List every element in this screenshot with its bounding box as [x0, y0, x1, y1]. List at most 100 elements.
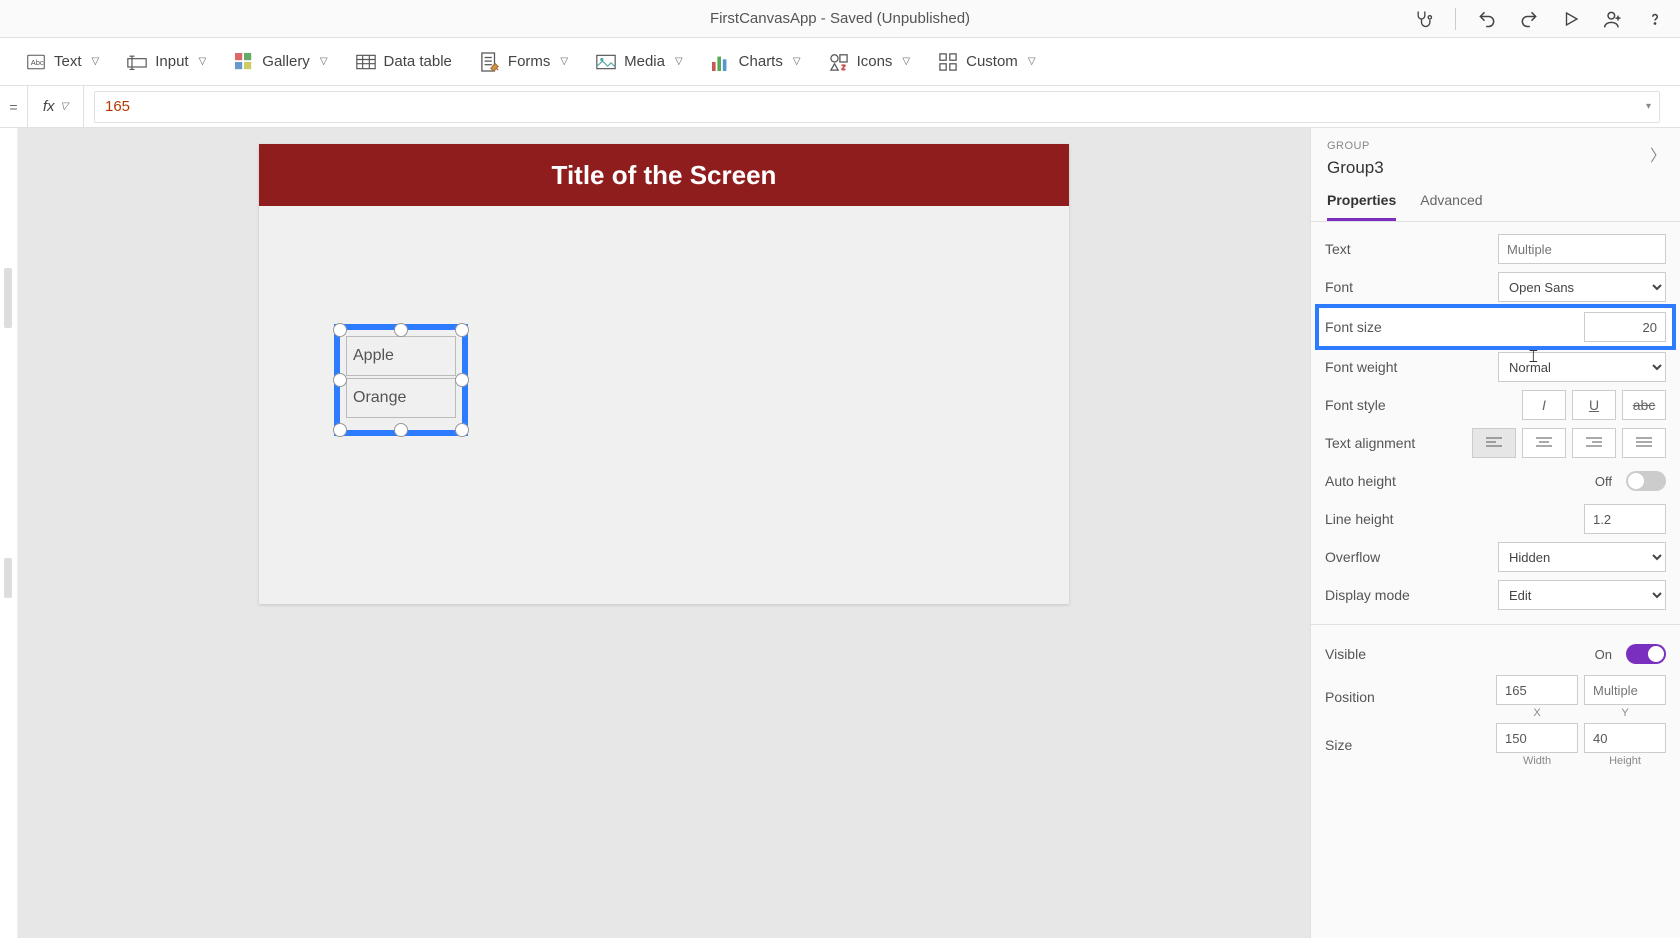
- prop-size: Size Width Height: [1325, 721, 1666, 769]
- prop-label: Size: [1325, 737, 1496, 753]
- help-icon[interactable]: [1644, 8, 1666, 30]
- text-icon: Abc: [26, 52, 46, 72]
- chevron-down-icon: ▽: [902, 56, 910, 67]
- font-size-input[interactable]: [1584, 312, 1666, 342]
- undo-icon[interactable]: [1476, 8, 1498, 30]
- ribbon-input[interactable]: Input▽: [127, 52, 206, 72]
- icons-icon: [829, 52, 849, 72]
- chevron-down-icon: ▽: [675, 56, 683, 67]
- ribbon-label: Input: [155, 53, 188, 70]
- font-select[interactable]: Open Sans: [1498, 272, 1666, 302]
- resize-handle[interactable]: [455, 423, 469, 437]
- ribbon-label: Data table: [384, 53, 452, 70]
- prop-display-mode: Display mode Edit: [1325, 576, 1666, 614]
- formula-expand-button[interactable]: ▾: [1646, 101, 1651, 112]
- ribbon-charts[interactable]: Charts▽: [711, 52, 801, 72]
- display-mode-select[interactable]: Edit: [1498, 580, 1666, 610]
- label-orange[interactable]: Orange: [346, 378, 456, 418]
- auto-height-toggle[interactable]: [1626, 471, 1666, 491]
- align-center-button[interactable]: [1522, 428, 1566, 458]
- ribbon-icons[interactable]: Icons▽: [829, 52, 911, 72]
- ribbon-gallery[interactable]: Gallery ▽: [234, 52, 327, 72]
- align-left-button[interactable]: [1472, 428, 1516, 458]
- prop-label: Line height: [1325, 511, 1584, 527]
- ribbon-media[interactable]: Media ▽: [596, 52, 683, 72]
- screen-title-bar[interactable]: Title of the Screen: [259, 144, 1069, 206]
- redo-icon[interactable]: [1518, 8, 1540, 30]
- ribbon-text[interactable]: Abc Text ▽: [26, 52, 99, 72]
- font-weight-select[interactable]: Normal: [1498, 352, 1666, 382]
- prop-label: Position: [1325, 689, 1496, 705]
- properties-header: GROUP Group3 〉: [1311, 128, 1680, 182]
- tab-properties[interactable]: Properties: [1327, 192, 1396, 221]
- stethoscope-icon[interactable]: [1413, 8, 1435, 30]
- prop-line-height: Line height: [1325, 500, 1666, 538]
- prop-overflow: Overflow Hidden: [1325, 538, 1666, 576]
- prop-label: Visible: [1325, 646, 1595, 662]
- italic-button[interactable]: I: [1522, 390, 1566, 420]
- resize-handle[interactable]: [455, 373, 469, 387]
- chevron-right-icon[interactable]: 〉: [1650, 142, 1666, 166]
- fx-label: fx: [43, 98, 55, 115]
- resize-handle[interactable]: [333, 373, 347, 387]
- resize-handle[interactable]: [333, 423, 347, 437]
- visible-toggle[interactable]: [1626, 644, 1666, 664]
- ribbon-label: Custom: [966, 53, 1018, 70]
- tab-advanced[interactable]: Advanced: [1420, 192, 1482, 221]
- gutter-handle[interactable]: [4, 558, 12, 598]
- titlebar: FirstCanvasApp - Saved (Unpublished): [0, 0, 1680, 38]
- overflow-select[interactable]: Hidden: [1498, 542, 1666, 572]
- input-icon: [127, 52, 147, 72]
- chevron-down-icon: ▽: [60, 101, 68, 112]
- gutter-handle[interactable]: [4, 268, 12, 328]
- left-gutter: [0, 128, 18, 938]
- ribbon-label: Gallery: [262, 53, 310, 70]
- align-right-button[interactable]: [1572, 428, 1616, 458]
- position-x-input[interactable]: [1496, 675, 1578, 705]
- size-width-input[interactable]: [1496, 723, 1578, 753]
- ribbon-label: Text: [54, 53, 82, 70]
- ribbon-forms[interactable]: Forms▽: [480, 52, 568, 72]
- label-apple[interactable]: Apple: [346, 336, 456, 376]
- formula-input[interactable]: 165 ▾: [94, 91, 1660, 123]
- table-icon: [356, 52, 376, 72]
- align-justify-button[interactable]: [1622, 428, 1666, 458]
- prop-font-style: Font style I U abc: [1325, 386, 1666, 424]
- formula-equals: =: [0, 86, 28, 127]
- properties-panel: GROUP Group3 〉 Properties Advanced Text …: [1310, 128, 1680, 938]
- custom-icon: [938, 52, 958, 72]
- chevron-down-icon: ▽: [1028, 56, 1036, 67]
- line-height-input[interactable]: [1584, 504, 1666, 534]
- formula-bar: = fx ▽ 165 ▾: [0, 86, 1680, 128]
- ribbon-data-table[interactable]: Data table: [356, 52, 452, 72]
- prop-font-size: Font size: [1317, 306, 1674, 348]
- size-height-input[interactable]: [1584, 723, 1666, 753]
- resize-handle[interactable]: [455, 323, 469, 337]
- person-icon[interactable]: [1602, 8, 1624, 30]
- ribbon-label: Forms: [508, 53, 551, 70]
- prop-auto-height: Auto height Off: [1325, 462, 1666, 500]
- panel-tabs: Properties Advanced: [1311, 182, 1680, 222]
- play-icon[interactable]: [1560, 8, 1582, 30]
- svg-text:Abc: Abc: [31, 58, 44, 67]
- media-icon: [596, 52, 616, 72]
- properties-list: Text Font Open Sans Font size 𝙸 Font wei…: [1311, 222, 1680, 938]
- chevron-down-icon: ▽: [92, 56, 100, 67]
- ribbon-label: Media: [624, 53, 665, 70]
- position-y-input[interactable]: [1584, 675, 1666, 705]
- canvas-viewport[interactable]: Title of the Screen Apple Orange: [18, 128, 1310, 938]
- selected-group[interactable]: Apple Orange: [334, 324, 468, 436]
- resize-handle[interactable]: [394, 323, 408, 337]
- toggle-state-label: Off: [1595, 474, 1612, 489]
- prop-position: Position X Y: [1325, 673, 1666, 721]
- resize-handle[interactable]: [333, 323, 347, 337]
- chevron-down-icon: ▽: [320, 56, 328, 67]
- resize-handle[interactable]: [394, 423, 408, 437]
- text-input[interactable]: [1498, 234, 1666, 264]
- strikethrough-button[interactable]: abc: [1622, 390, 1666, 420]
- formula-fx-selector[interactable]: fx ▽: [28, 86, 84, 127]
- design-canvas[interactable]: Title of the Screen Apple Orange: [259, 144, 1069, 604]
- ribbon-custom[interactable]: Custom ▽: [938, 52, 1035, 72]
- selected-name: Group3: [1327, 158, 1664, 178]
- underline-button[interactable]: U: [1572, 390, 1616, 420]
